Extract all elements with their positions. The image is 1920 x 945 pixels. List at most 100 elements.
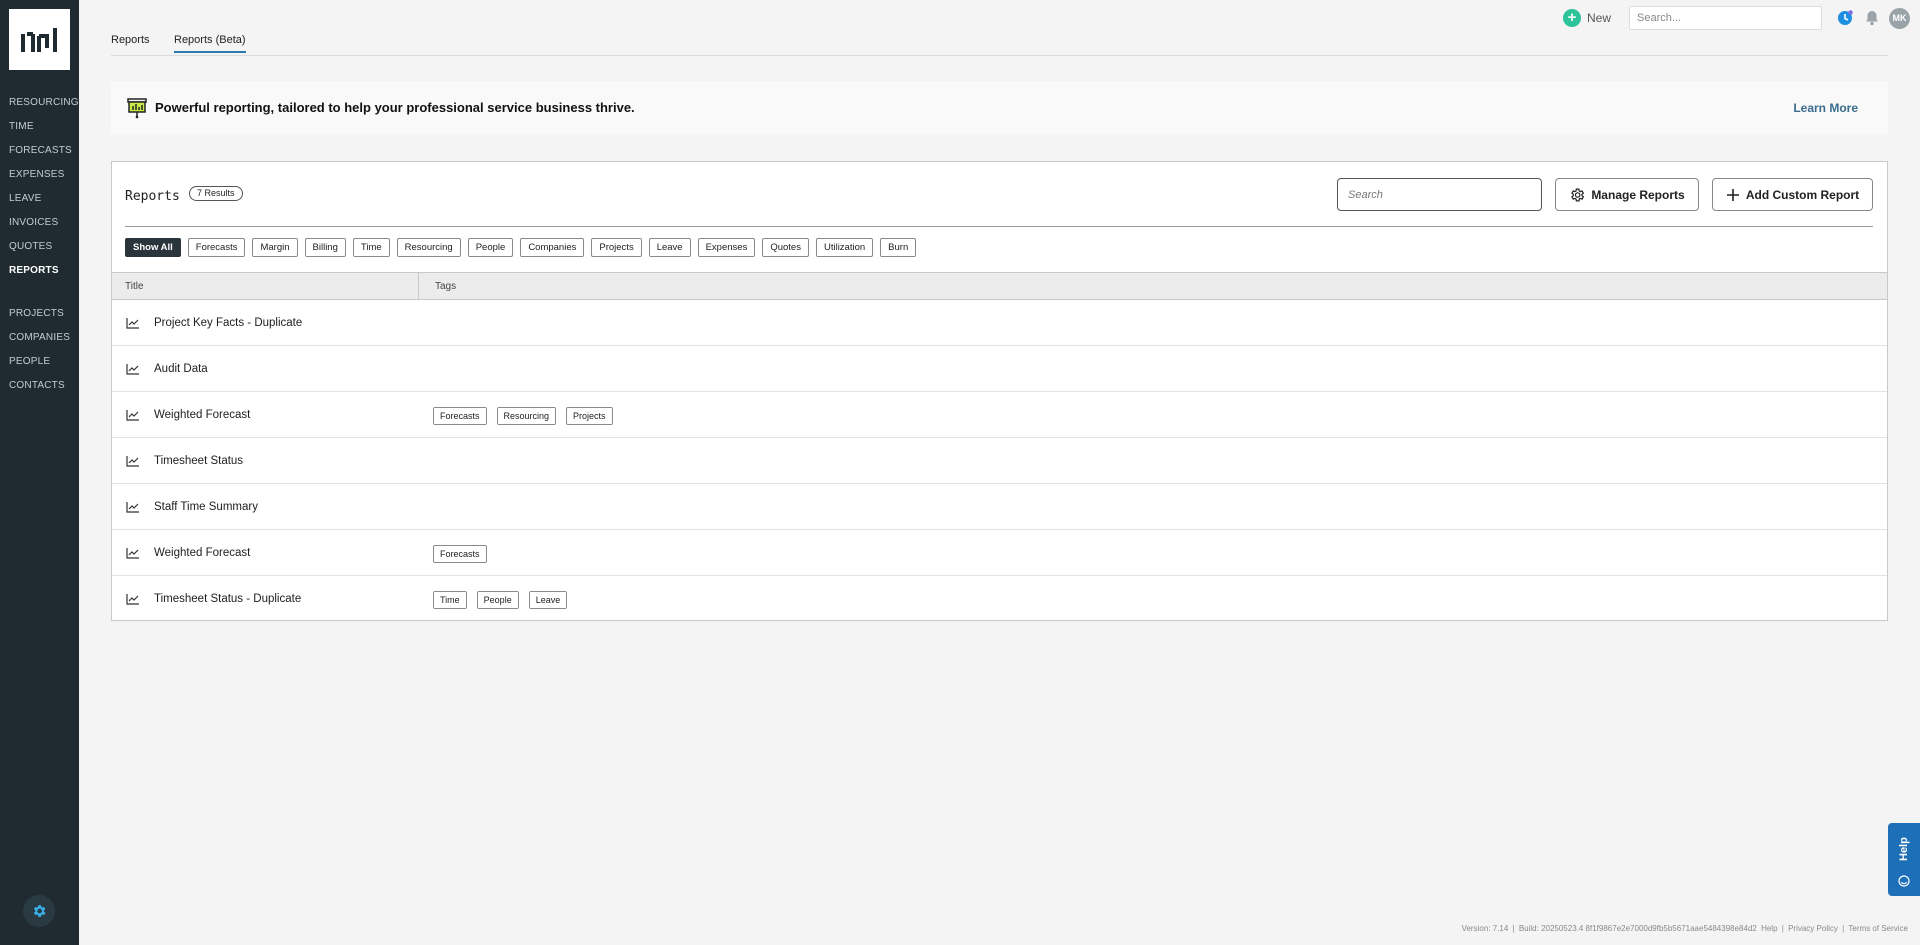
table-row[interactable]: Staff Time Summary (112, 484, 1887, 530)
report-tags: Forecasts (433, 545, 497, 563)
filter-chip-billing[interactable]: Billing (304, 238, 346, 257)
table-row[interactable]: Timesheet Status - Duplicate Time People Le… (112, 576, 1887, 622)
column-resize-handle[interactable] (418, 273, 419, 299)
table-row[interactable]: Timesheet Status (112, 438, 1887, 484)
report-title[interactable]: Weighted Forecast (154, 409, 250, 421)
app-logo[interactable] (9, 9, 70, 70)
report-icon (126, 546, 140, 564)
sidebar-item-expenses[interactable]: EXPENSES (0, 163, 79, 187)
reports-table-body: Project Key Facts - Duplicate Audit Data W… (112, 300, 1887, 622)
help-widget-button[interactable]: Help (1888, 823, 1920, 896)
filter-chip-leave[interactable]: Leave (648, 238, 691, 257)
sidebar-item-companies[interactable]: COMPANIES (0, 326, 79, 350)
presentation-chart-icon (127, 97, 147, 118)
filter-chip-utilization[interactable]: Utilization (815, 238, 874, 257)
privacy-policy-link[interactable]: Privacy Policy (1788, 924, 1838, 933)
build-text: Build: 20250523.4 8f1f9867e2e7000d9fb5b5… (1518, 924, 1757, 933)
filter-chip-projects[interactable]: Projects (591, 238, 642, 257)
filter-chip-margin[interactable]: Margin (252, 238, 298, 257)
sidebar-item-contacts[interactable]: CONTACTS (0, 374, 79, 398)
plus-icon: + (1562, 9, 1581, 27)
bell-icon (1866, 11, 1878, 26)
table-row[interactable]: Weighted Forecast Forecasts (112, 530, 1887, 576)
filter-chip-time[interactable]: Time (352, 238, 390, 257)
line-chart-icon (126, 456, 139, 467)
tag-badge: Resourcing (496, 407, 557, 425)
report-title[interactable]: Project Key Facts - Duplicate (154, 317, 302, 329)
help-label: Help (1898, 837, 1910, 861)
results-count-badge: 7 Results (189, 186, 243, 201)
tab-reports-beta[interactable]: Reports (Beta) (174, 34, 246, 53)
report-tags: Time People Leave (433, 591, 577, 609)
line-chart-icon (126, 548, 139, 559)
secondary-nav: PROJECTS COMPANIES PEOPLE CONTACTS (0, 302, 79, 398)
report-title[interactable]: Staff Time Summary (154, 501, 258, 513)
sidebar-item-resourcing[interactable]: RESOURCING (0, 91, 79, 115)
sidebar-item-projects[interactable]: PROJECTS (0, 302, 79, 326)
plus-icon (1726, 188, 1739, 201)
divider (125, 226, 1873, 227)
report-icon (126, 316, 140, 334)
column-header-title[interactable]: Title (125, 281, 144, 292)
report-title[interactable]: Timesheet Status - Duplicate (154, 593, 301, 605)
table-header: Title Tags (112, 272, 1887, 300)
reports-title: Reports (125, 189, 180, 204)
footer-help-link[interactable]: Help (1761, 924, 1777, 933)
sidebar-item-forecasts[interactable]: FORECASTS (0, 139, 79, 163)
terms-of-service-link[interactable]: Terms of Service (1848, 924, 1908, 933)
filter-chip-expenses[interactable]: Expenses (697, 238, 756, 257)
add-custom-report-label: Add Custom Report (1745, 187, 1860, 202)
learn-more-link[interactable]: Learn More (1793, 101, 1858, 115)
report-title[interactable]: Timesheet Status (154, 455, 243, 467)
line-chart-icon (126, 364, 139, 375)
table-row[interactable]: Weighted Forecast Forecasts Resourcing Proj… (112, 392, 1887, 438)
filter-chip-forecasts[interactable]: Forecasts (187, 238, 246, 257)
filter-chip-burn[interactable]: Burn (880, 238, 917, 257)
logo-mark-icon (20, 27, 57, 52)
promo-banner: Powerful reporting, tailored to help you… (111, 81, 1888, 134)
column-header-tags[interactable]: Tags (435, 281, 456, 292)
banner-text: Powerful reporting, tailored to help you… (155, 100, 635, 115)
sidebar-item-time[interactable]: TIME (0, 115, 79, 139)
new-button[interactable]: + New (1562, 9, 1611, 27)
filter-chip-companies[interactable]: Companies (520, 238, 585, 257)
manage-reports-button[interactable]: Manage Reports (1555, 178, 1699, 211)
report-icon (126, 500, 140, 518)
sidebar-item-leave[interactable]: LEAVE (0, 187, 79, 211)
report-icon (126, 454, 140, 472)
top-bar: + New MK (1562, 6, 1910, 30)
settings-button[interactable] (23, 895, 55, 927)
line-chart-icon (126, 502, 139, 513)
report-title[interactable]: Audit Data (154, 363, 208, 375)
tab-reports[interactable]: Reports (111, 34, 150, 51)
sidebar-item-reports[interactable]: REPORTS (0, 259, 79, 283)
sidebar-item-invoices[interactable]: INVOICES (0, 211, 79, 235)
tag-badge: Forecasts (433, 407, 487, 425)
avatar[interactable]: MK (1889, 7, 1910, 29)
sidebar-item-quotes[interactable]: QUOTES (0, 235, 79, 259)
filter-chip-resourcing[interactable]: Resourcing (396, 238, 461, 257)
report-title[interactable]: Weighted Forecast (154, 547, 250, 559)
global-search-input[interactable] (1629, 6, 1822, 30)
tag-filters: Show All Forecasts Margin Billing Time Resour… (125, 238, 923, 257)
add-custom-report-button[interactable]: Add Custom Report (1712, 178, 1873, 211)
tag-badge: Leave (528, 591, 568, 609)
clock-icon (1838, 10, 1853, 25)
version-text: Version: 7.14 (1461, 924, 1509, 933)
tag-badge: Time (433, 591, 467, 609)
sidebar-item-people[interactable]: PEOPLE (0, 350, 79, 374)
filter-chip-people[interactable]: People (467, 238, 514, 257)
reports-search-input[interactable] (1337, 178, 1542, 211)
report-tags: Forecasts Resourcing Projects (433, 407, 623, 425)
tag-badge: Projects (566, 407, 613, 425)
line-chart-icon (126, 410, 139, 421)
footer: Version: 7.14 | Build: 20250523.4 8f1f98… (1461, 924, 1908, 933)
timer-button[interactable] (1835, 8, 1855, 28)
filter-chip-quotes[interactable]: Quotes (762, 238, 809, 257)
table-row[interactable]: Audit Data (112, 346, 1887, 392)
notifications-button[interactable] (1862, 8, 1882, 28)
line-chart-icon (126, 594, 139, 605)
filter-chip-show-all[interactable]: Show All (125, 238, 181, 257)
report-icon (126, 592, 140, 610)
table-row[interactable]: Project Key Facts - Duplicate (112, 300, 1887, 346)
